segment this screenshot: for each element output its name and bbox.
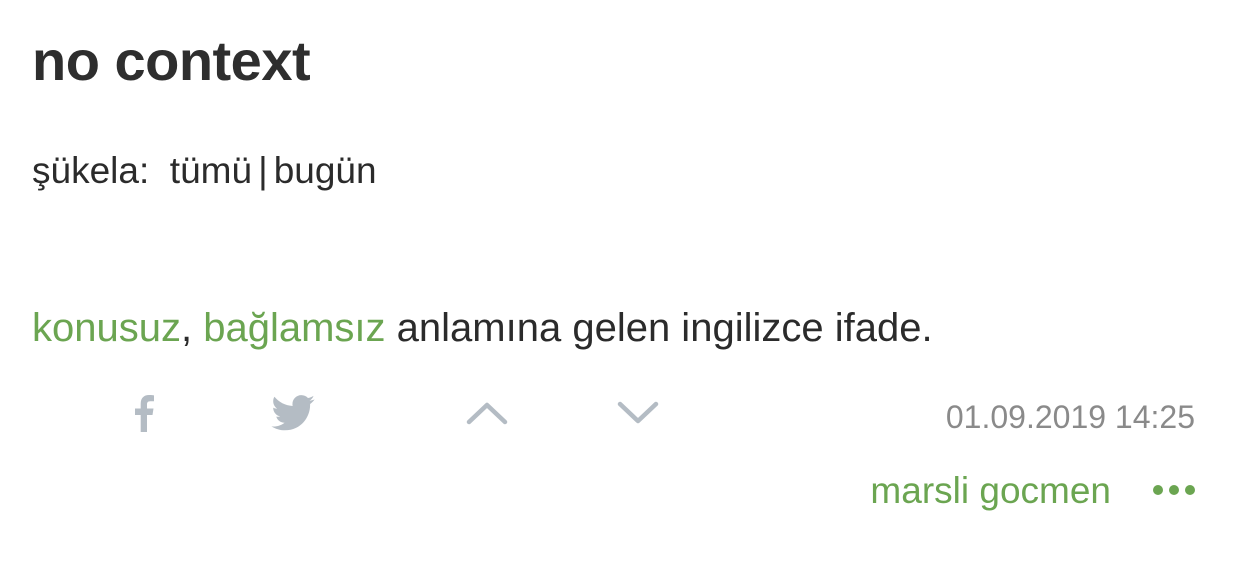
sukela-label: şükela: (32, 150, 150, 191)
entry-content: konusuz, bağlamsız anlamına gelen ingili… (32, 303, 933, 353)
sukela-filter: şükela: tümü | bugün (32, 148, 377, 194)
bkz-link-baglamsiz[interactable]: bağlamsız (203, 306, 385, 350)
chevron-up-icon[interactable] (466, 400, 508, 426)
chevron-down-icon[interactable] (617, 400, 659, 426)
sukela-today-link[interactable]: bugün (274, 150, 377, 191)
twitter-icon[interactable] (271, 395, 315, 431)
bkz-link-konusuz[interactable]: konusuz (32, 306, 181, 350)
facebook-icon[interactable] (131, 394, 155, 432)
entry-title[interactable]: no context (32, 26, 311, 96)
entry-text: anlamına gelen ingilizce ifade. (385, 306, 933, 350)
entry-author[interactable]: marsli gocmen (870, 468, 1111, 514)
sukela-separator: | (258, 150, 268, 191)
more-dots-icon[interactable] (1152, 480, 1198, 500)
entry-comma: , (180, 306, 193, 350)
entry-date[interactable]: 01.09.2019 14:25 (946, 397, 1195, 437)
sukela-all-link[interactable]: tümü (170, 150, 252, 191)
